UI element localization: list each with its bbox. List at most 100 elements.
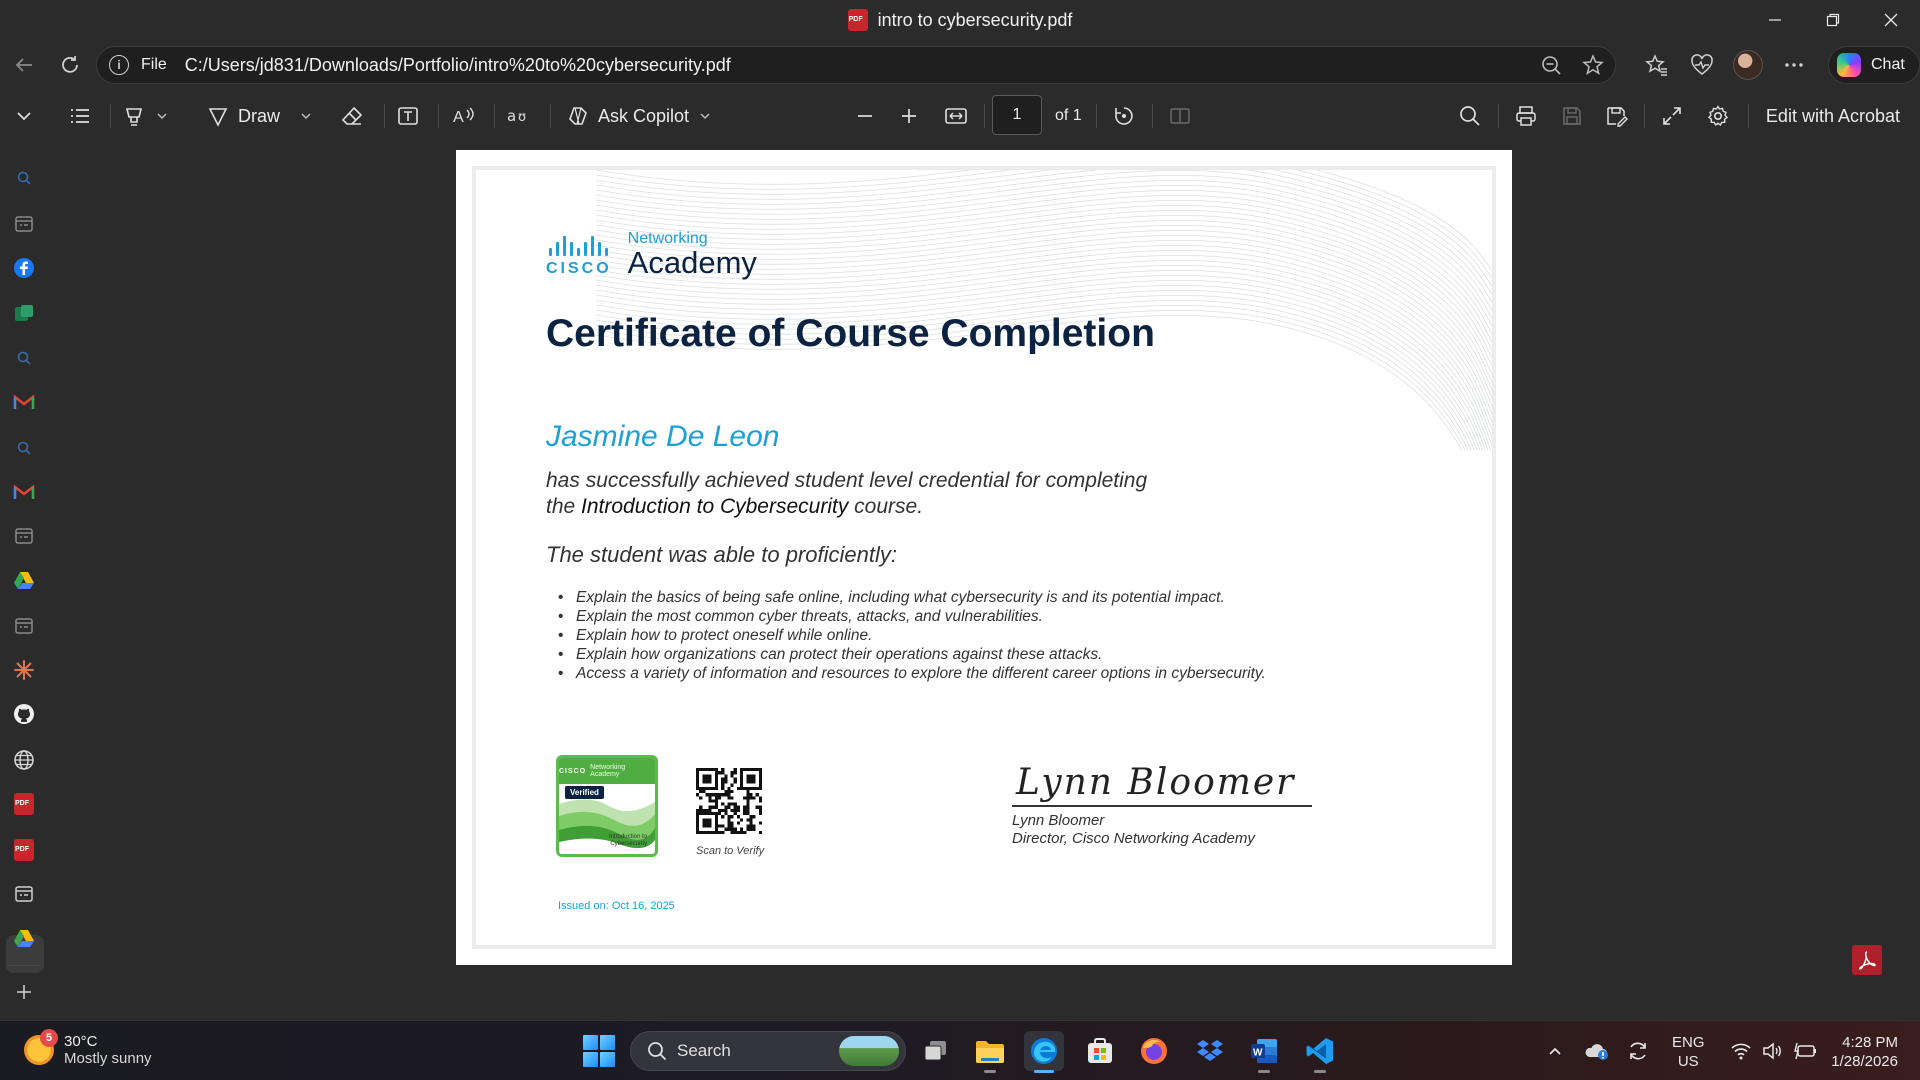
sidebar-item-web[interactable]: [12, 748, 36, 772]
weather-widget[interactable]: 5 30°C Mostly sunny: [24, 1029, 152, 1067]
sidebar-item-pdf-active[interactable]: [12, 792, 36, 816]
erase-button[interactable]: [340, 93, 364, 139]
certificate-content: CISCO Networking Academy Certificate of …: [456, 150, 1512, 965]
site-info-icon[interactable]: i: [109, 55, 129, 75]
toolbar-divider: [984, 104, 985, 128]
microsoft-store-button[interactable]: [1080, 1031, 1120, 1071]
sidebar-item-claude[interactable]: [12, 658, 36, 682]
vscode-button[interactable]: [1300, 1031, 1340, 1073]
more-options-icon[interactable]: [1778, 49, 1810, 81]
onedrive-button[interactable]: [1580, 1031, 1612, 1071]
sidebar-item-gmail-2[interactable]: [12, 480, 36, 504]
copilot-icon: [1837, 53, 1861, 77]
profile-avatar[interactable]: [1732, 49, 1764, 81]
taskbar-clock[interactable]: 4:28 PM 1/28/2026: [1820, 1033, 1898, 1071]
dropbox-button[interactable]: [1190, 1031, 1230, 1071]
sidebar-item-app[interactable]: [12, 212, 36, 236]
address-scheme-label: File: [141, 56, 167, 73]
weather-sun-icon: 5: [24, 1029, 58, 1065]
badge-brand: CISCO: [559, 767, 587, 775]
pdf-page: CISCO Networking Academy Certificate of …: [456, 150, 1512, 965]
sidebar-item-search[interactable]: [12, 166, 36, 190]
app-window-icon: [15, 618, 33, 634]
chevron-down-icon[interactable]: [298, 108, 314, 124]
active-indicator: [1034, 1070, 1054, 1073]
favorites-icon[interactable]: [1640, 49, 1672, 81]
page-view-button[interactable]: [1168, 93, 1192, 139]
find-button[interactable]: [1458, 93, 1482, 139]
copilot-chat-button[interactable]: Chat: [1828, 46, 1920, 84]
task-view-button[interactable]: [916, 1031, 956, 1071]
collapse-toolbar-button[interactable]: [12, 93, 36, 139]
address-url[interactable]: C:/Users/jd831/Downloads/Portfolio/intro…: [185, 55, 731, 76]
input-language-indicator[interactable]: ENG US: [1672, 1033, 1705, 1071]
favorite-star-icon[interactable]: [1581, 53, 1605, 77]
sidebar-item-search-3[interactable]: [12, 436, 36, 460]
achievement-statement: has successfully achieved student level …: [546, 468, 1246, 520]
draw-button[interactable]: Draw: [206, 93, 314, 139]
restore-button[interactable]: [1804, 0, 1862, 40]
sync-button[interactable]: [1622, 1031, 1654, 1071]
chevron-down-icon[interactable]: [154, 108, 170, 124]
acrobat-button[interactable]: [1852, 945, 1882, 975]
sidebar-item-github[interactable]: [12, 702, 36, 726]
qr-code[interactable]: [696, 768, 762, 834]
chevron-up-icon: [1549, 1047, 1561, 1055]
translate-button[interactable]: aʊ: [506, 93, 532, 139]
sidebar-item-drive[interactable]: [12, 568, 36, 592]
zoom-in-button[interactable]: [898, 93, 920, 139]
full-screen-button[interactable]: [1660, 93, 1684, 139]
draw-label: Draw: [238, 105, 281, 126]
minimize-icon: [1769, 19, 1781, 21]
page-number-input[interactable]: 1: [992, 95, 1042, 135]
ask-copilot-button[interactable]: Ask Copilot: [566, 93, 713, 139]
chevron-down-icon[interactable]: [697, 108, 713, 124]
minimize-button[interactable]: [1746, 0, 1804, 40]
fit-to-width-button[interactable]: [944, 93, 968, 139]
zoom-out-button[interactable]: [854, 93, 876, 139]
sidebar-add-button[interactable]: [12, 980, 36, 1004]
weather-notification-badge: 5: [40, 1029, 58, 1047]
start-button[interactable]: [583, 1035, 615, 1067]
sidebar-item-drive-2[interactable]: [12, 926, 36, 950]
save-as-icon: [1607, 107, 1628, 127]
save-button[interactable]: [1560, 93, 1584, 139]
word-button[interactable]: W: [1244, 1031, 1284, 1073]
sidebar-item-sheets[interactable]: [12, 302, 36, 326]
svg-text:a: a: [507, 107, 516, 125]
print-button[interactable]: [1514, 93, 1538, 139]
cisco-logo-mark: CISCO: [546, 234, 612, 278]
sidebar-item-app-2[interactable]: [12, 524, 36, 548]
sidebar-item-app-4[interactable]: [12, 882, 36, 906]
logo-academy-text: Academy: [627, 245, 757, 280]
read-aloud-button[interactable]: A: [452, 93, 478, 139]
sidebar-item-search-2[interactable]: [12, 346, 36, 370]
sidebar-item-gmail[interactable]: [12, 390, 36, 414]
toolbar-divider: [1498, 104, 1499, 128]
svg-text:ʊ: ʊ: [518, 110, 526, 125]
edit-with-acrobat-button[interactable]: Edit with Acrobat: [1766, 93, 1900, 139]
highlight-button[interactable]: [122, 93, 170, 139]
back-button[interactable]: [0, 45, 48, 85]
taskbar-search[interactable]: Search: [630, 1031, 906, 1071]
browser-essentials-icon[interactable]: [1686, 49, 1718, 81]
close-button[interactable]: [1862, 0, 1920, 40]
settings-button[interactable]: [1706, 93, 1730, 139]
edge-browser-button[interactable]: [1024, 1031, 1064, 1073]
contents-button[interactable]: [68, 93, 92, 139]
sidebar-item-pdf[interactable]: [12, 838, 36, 862]
sidebar-item-facebook[interactable]: [12, 256, 36, 280]
zoom-out-icon[interactable]: [1539, 53, 1563, 77]
file-explorer-button[interactable]: [970, 1031, 1010, 1073]
verified-badge: CISCO Networking Academy Verified Introd…: [556, 755, 658, 857]
quick-settings-button[interactable]: [1720, 1031, 1828, 1071]
save-as-button[interactable]: [1604, 93, 1628, 139]
firefox-button[interactable]: [1134, 1031, 1174, 1071]
rotate-button[interactable]: [1112, 93, 1136, 139]
refresh-button[interactable]: [46, 45, 94, 85]
add-text-button[interactable]: [396, 93, 420, 139]
cisco-wordmark: CISCO: [546, 260, 612, 277]
sidebar-item-app-3[interactable]: [12, 614, 36, 638]
address-bar[interactable]: i File C:/Users/jd831/Downloads/Portfoli…: [96, 46, 1616, 84]
show-hidden-icons-button[interactable]: [1540, 1031, 1570, 1071]
